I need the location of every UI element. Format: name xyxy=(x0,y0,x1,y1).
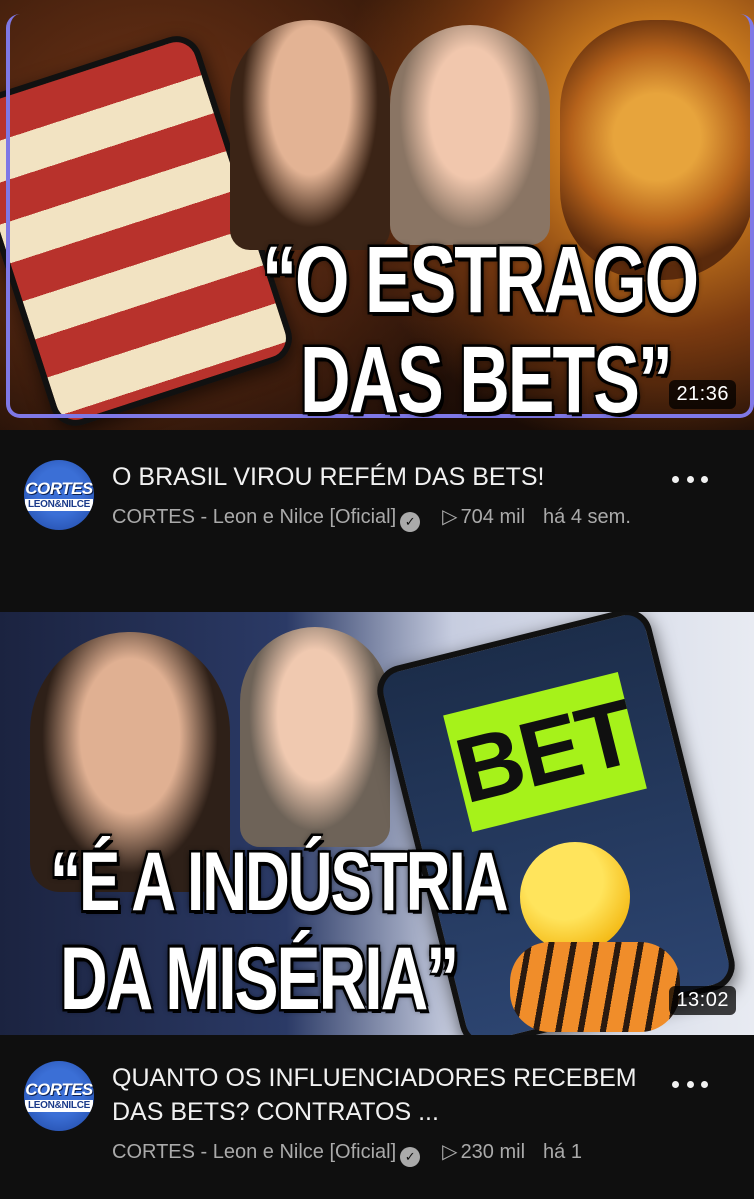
more-vert-icon-dot xyxy=(686,475,694,483)
verified-icon: ✓ xyxy=(400,1147,421,1167)
video-title[interactable]: O BRASIL VIROU REFÉM DAS BETS! xyxy=(112,460,690,494)
video-title[interactable]: QUANTO OS INFLUENCIADORES RECEBEM DAS BE… xyxy=(112,1061,690,1129)
thumbnail-headline-line1: “É A INDÚSTRIA xyxy=(50,835,509,930)
presenter-nilce-image xyxy=(240,627,390,847)
dizzy-emoji-image xyxy=(520,842,630,952)
more-options-button[interactable] xyxy=(672,1069,708,1099)
play-icon: ▷ xyxy=(442,1141,458,1163)
more-vert-icon-dot xyxy=(701,475,708,483)
play-icon: ▷ xyxy=(442,506,458,528)
upload-age: há 4 sem. xyxy=(543,506,631,528)
more-vert-icon-dot xyxy=(686,1080,694,1088)
channel-name[interactable]: CORTES - Leon e Nilce [Oficial] xyxy=(112,506,396,528)
view-count: 230 mil xyxy=(460,1141,526,1163)
video-feed: “O ESTRAGO DAS BETS” 21:36 CORTES LEON&N… xyxy=(0,0,754,1199)
duration-badge: 21:36 xyxy=(669,380,736,409)
more-vert-icon-dot xyxy=(701,1080,708,1088)
upload-age: há 1 xyxy=(543,1141,582,1163)
video-details: CORTES - Leon e Nilce [Oficial] ✓ ▷ 704 mil… xyxy=(112,502,690,532)
thumbnail-headline-line2: DAS BETS” xyxy=(300,326,673,430)
video-details: CORTES - Leon e Nilce [Oficial] ✓ ▷ 230 mil… xyxy=(112,1137,690,1167)
video-meta: CORTES LEON&NILCE O BRASIL VIROU REFÉM D… xyxy=(0,430,754,610)
avatar-text-bottom: LEON&NILCE xyxy=(24,1099,93,1112)
video-card[interactable]: “O ESTRAGO DAS BETS” 21:36 CORTES LEON&N… xyxy=(0,0,754,610)
video-meta: CORTES LEON&NILCE QUANTO OS INFLUENCIADO… xyxy=(0,1035,754,1167)
channel-name[interactable]: CORTES - Leon e Nilce [Oficial] xyxy=(112,1141,396,1163)
video-card[interactable]: BET “É A INDÚSTRIA DA MISÉRIA” 13:02 COR… xyxy=(0,612,754,1167)
presenter-leon-image xyxy=(230,20,390,250)
more-options-button[interactable] xyxy=(672,464,708,494)
video-thumbnail[interactable]: BET “É A INDÚSTRIA DA MISÉRIA” 13:02 xyxy=(0,612,754,1035)
thumbnail-headline-line2: DA MISÉRIA” xyxy=(60,927,459,1028)
channel-avatar[interactable]: CORTES LEON&NILCE xyxy=(24,460,94,530)
video-thumbnail[interactable]: “O ESTRAGO DAS BETS” 21:36 xyxy=(0,0,754,430)
verified-icon: ✓ xyxy=(400,512,421,532)
avatar-text-top: CORTES xyxy=(25,1079,93,1099)
avatar-text-bottom: LEON&NILCE xyxy=(24,498,93,511)
tiger-image xyxy=(510,942,680,1032)
more-vert-icon-dot xyxy=(672,475,679,483)
more-vert-icon-dot xyxy=(672,1080,679,1088)
view-count: 704 mil xyxy=(460,506,526,528)
video-info: O BRASIL VIROU REFÉM DAS BETS! CORTES - … xyxy=(112,460,730,610)
duration-badge: 13:02 xyxy=(669,986,736,1015)
presenter-nilce-image xyxy=(390,25,550,245)
thumbnail-headline-line1: “O ESTRAGO xyxy=(262,226,699,333)
avatar-text-top: CORTES xyxy=(25,478,93,498)
channel-avatar[interactable]: CORTES LEON&NILCE xyxy=(24,1061,94,1131)
video-info: QUANTO OS INFLUENCIADORES RECEBEM DAS BE… xyxy=(112,1061,730,1167)
